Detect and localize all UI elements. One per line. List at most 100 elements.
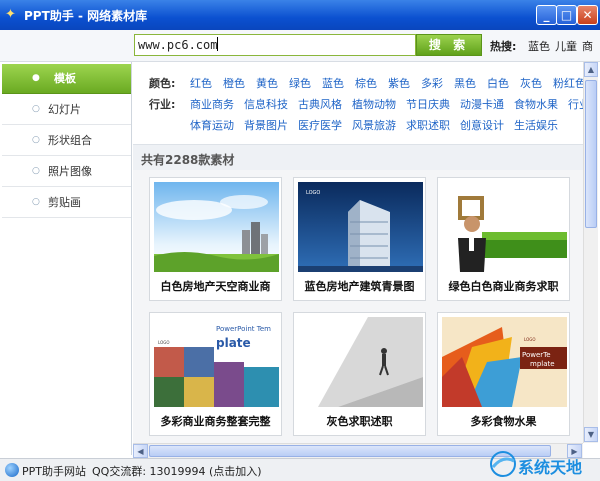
industry-filter-tag[interactable]: 背景图片 [244, 117, 288, 133]
hot-search-item[interactable]: 商 [582, 38, 593, 54]
vertical-scroll-thumb[interactable] [585, 80, 597, 228]
window-title: PPT助手 - 网络素材库 [24, 9, 148, 23]
color-filter-tag[interactable]: 灰色 [520, 75, 542, 91]
template-grid: 白色房地产天空商业商 LOGO 蓝色房地产建筑青景图 绿色白色商业商务求职 Po… [133, 170, 583, 443]
sidebar-item-label: 幻灯片 [48, 103, 81, 116]
industry-filter-tag[interactable]: 生活娱乐 [514, 117, 558, 133]
hot-search-item[interactable]: 蓝色 [528, 38, 550, 54]
sidebar-item-label: 形状组合 [48, 134, 92, 147]
colorful-food-image: PowerTe mplate LOGO [442, 317, 567, 407]
template-thumbnail: PowerPoint Tem plate LOGO [154, 317, 279, 407]
color-filter-tag[interactable]: 粉红色 [553, 75, 583, 91]
sidebar-item-templates[interactable]: ● 模板 [2, 64, 131, 94]
close-button[interactable]: ✕ [577, 5, 598, 25]
sidebar-item-label: 模板 [54, 72, 76, 85]
industry-filter-tag[interactable]: 求职述职 [406, 117, 450, 133]
industry-filter-tag[interactable]: 创意设计 [460, 117, 504, 133]
bullet-icon: ● [32, 73, 40, 83]
template-caption: 蓝色房地产建筑青景图 [304, 280, 415, 293]
sidebar-item-clipart[interactable]: ○ 剪贴画 [2, 188, 131, 218]
template-card[interactable]: PowerTe mplate LOGO 多彩食物水果 [437, 312, 570, 436]
industry-filter-tag[interactable]: 植物动物 [352, 96, 396, 112]
thumb-subtitle-text: mplate [530, 360, 555, 368]
thumb-title-text: PowerPoint Tem [216, 325, 271, 333]
thumb-title-text: PowerTe [522, 351, 551, 359]
result-count: 共有2288款素材 [141, 153, 235, 167]
color-filter-tag[interactable]: 白色 [487, 75, 509, 91]
sidebar-item-label: 照片图像 [48, 165, 92, 178]
minimize-button[interactable]: _ [536, 5, 557, 25]
template-caption: 多彩食物水果 [470, 415, 537, 428]
industry-filter-tag[interactable]: 节日庆典 [406, 96, 450, 112]
color-filter-tag[interactable]: 蓝色 [322, 75, 344, 91]
industry-filter-label: 行业: [149, 98, 176, 111]
industry-filter-tag[interactable]: 行业 [568, 96, 583, 112]
blue-building-image: LOGO [298, 182, 423, 272]
sidebar-item-shapes[interactable]: ○ 形状组合 [2, 126, 131, 156]
sidebar-item-photos[interactable]: ○ 照片图像 [2, 157, 131, 187]
template-card[interactable]: 白色房地产天空商业商 [149, 177, 282, 301]
color-filter-tag[interactable]: 多彩 [421, 75, 443, 91]
template-thumbnail [442, 182, 567, 272]
industry-filter-tag[interactable]: 信息科技 [244, 96, 288, 112]
scroll-up-icon[interactable]: ▲ [584, 62, 598, 77]
watermark: 系统天地 [488, 448, 598, 480]
thumb-logo-text: LOGO [524, 337, 535, 342]
gray-walking-man-image [298, 317, 423, 407]
sidebar-item-slides[interactable]: ○ 幻灯片 [2, 95, 131, 125]
watermark-text: 系统天地 [518, 458, 583, 477]
thumb-logo-text: LOGO [158, 340, 169, 345]
qq-group-link[interactable]: QQ交流群: 13019994 (点击加入) [92, 463, 262, 479]
sky-buildings-image [154, 182, 279, 272]
template-card[interactable]: 灰色求职述职 [293, 312, 426, 436]
template-card[interactable]: PowerPoint Tem plate LOGO 多彩商业商务整套完整 [149, 312, 282, 436]
color-filter-label: 颜色: [149, 77, 176, 90]
industry-filter-tag[interactable]: 食物水果 [514, 96, 558, 112]
website-link[interactable]: PPT助手网站 [22, 463, 86, 479]
color-filter-tag[interactable]: 棕色 [355, 75, 377, 91]
bullet-icon: ○ [32, 135, 40, 145]
hot-search-item[interactable]: 儿童 [555, 38, 577, 54]
app-logo-icon: ✦ [5, 7, 16, 22]
text-caret [217, 37, 219, 51]
color-filter-tag[interactable]: 紫色 [388, 75, 410, 91]
businessman-frame-image [442, 182, 567, 272]
color-filter-tag[interactable]: 红色 [190, 75, 212, 91]
industry-filter-tag[interactable]: 风景旅游 [352, 117, 396, 133]
template-thumbnail: PowerTe mplate LOGO [442, 317, 567, 407]
industry-filter-tag[interactable]: 医疗医学 [298, 117, 342, 133]
hot-search-label: 热搜: [490, 40, 517, 53]
maximize-button[interactable]: □ [556, 5, 577, 25]
watermark-logo-icon [490, 451, 516, 477]
industry-filter-tag[interactable]: 商业商务 [190, 96, 234, 112]
color-filter-tag[interactable]: 黄色 [256, 75, 278, 91]
template-caption: 灰色求职述职 [326, 415, 393, 428]
industry-filter-tag[interactable]: 体育运动 [190, 117, 234, 133]
bullet-icon: ○ [32, 104, 40, 114]
template-caption: 白色房地产天空商业商 [160, 280, 271, 293]
template-thumbnail [298, 317, 423, 407]
industry-filter-tag[interactable]: 古典风格 [298, 96, 342, 112]
scroll-down-icon[interactable]: ▼ [584, 427, 598, 442]
color-filter-tag[interactable]: 橙色 [223, 75, 245, 91]
search-input[interactable]: www.pc6.com [134, 34, 416, 56]
bullet-icon: ○ [32, 166, 40, 176]
industry-filter-tag[interactable]: 动漫卡通 [460, 96, 504, 112]
scroll-left-icon[interactable]: ◀ [133, 444, 148, 458]
search-input-value: www.pc6.com [138, 38, 218, 52]
thumb-subtitle-text: plate [216, 336, 251, 350]
colorful-mosaic-image: PowerPoint Tem plate LOGO [154, 317, 279, 407]
template-thumbnail: LOGO [298, 182, 423, 272]
vertical-scrollbar[interactable]: ▲ ▼ [583, 62, 598, 443]
sidebar-item-label: 剪贴画 [48, 196, 81, 209]
template-thumbnail [154, 182, 279, 272]
template-caption: 多彩商业商务整套完整 [160, 415, 271, 428]
color-filter-tag[interactable]: 黑色 [454, 75, 476, 91]
search-button[interactable]: 搜 索 [416, 34, 482, 56]
globe-icon [5, 463, 19, 477]
color-filter-tag[interactable]: 绿色 [289, 75, 311, 91]
result-count-bar: 共有2288款素材 [133, 144, 583, 170]
template-card[interactable]: LOGO 蓝色房地产建筑青景图 [293, 177, 426, 301]
template-card[interactable]: 绿色白色商业商务求职 [437, 177, 570, 301]
bullet-icon: ○ [32, 197, 40, 207]
